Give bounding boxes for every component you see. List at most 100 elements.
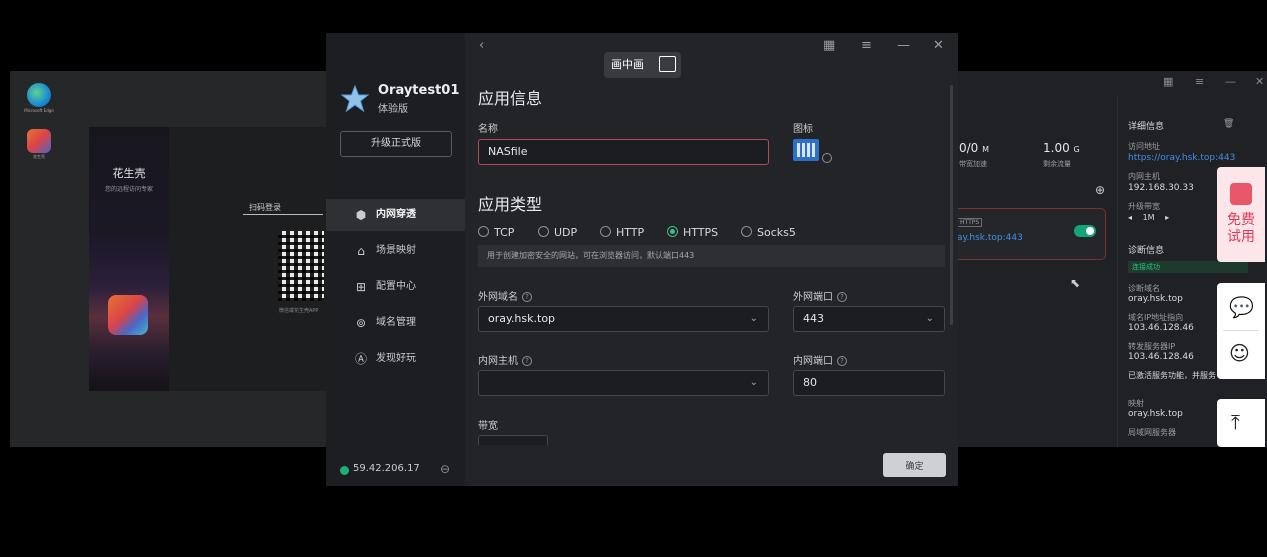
diag-status-badge: 连接成功	[1128, 261, 1248, 273]
radio-https[interactable]: HTTPS	[667, 226, 718, 239]
lan-host-label: 内网主机	[1128, 172, 1160, 181]
cube-logo-icon	[108, 295, 148, 335]
lan-port-input[interactable]: 80	[793, 370, 945, 396]
sidebar-item-label: 配置中心	[376, 281, 416, 292]
sidebar-item-scene[interactable]: ⌂ 场景映射	[326, 235, 465, 267]
forward-label: 转发服务器IP	[1128, 342, 1176, 351]
title-bar: ‹ ▦ ≡ — ✕	[465, 33, 958, 61]
delete-icon[interactable]: 🗑	[1223, 119, 1234, 129]
pip-icon	[659, 56, 676, 72]
login-window: 花生壳 您的远程访问专家 扫码登录 微信或花生壳APP	[89, 127, 329, 391]
desktop-icon-huashengke[interactable]: 花生壳	[20, 129, 58, 159]
stat-bandwidth-value: 0/0 M	[959, 141, 990, 155]
grid-icon[interactable]: ▦	[1163, 75, 1173, 88]
diag-domain-label: 诊断域名	[1128, 284, 1160, 293]
chevron-down-icon: ⌄	[925, 313, 934, 324]
contact-widget: 💬 ☺	[1217, 283, 1265, 379]
menu-icon[interactable]: ≡	[861, 38, 872, 53]
scrollbar[interactable]	[950, 85, 953, 325]
sidebar-item-config[interactable]: ⊞ 配置中心	[326, 271, 465, 303]
ext-port-select[interactable]: 443 ⌄	[793, 306, 945, 332]
access-url[interactable]: https://oray.hsk.top:443	[1128, 153, 1235, 163]
customer-service-icon[interactable]: ☺	[1229, 341, 1250, 365]
domain-icon: ⊚	[355, 316, 367, 330]
confirm-button[interactable]: 确定	[883, 453, 946, 477]
radio-socks5[interactable]: Socks5	[741, 226, 796, 239]
qr-code	[278, 231, 324, 301]
free-trial-widget[interactable]: 免费 试用	[1217, 167, 1265, 262]
divider	[1223, 330, 1259, 331]
ip-status-icon	[340, 466, 349, 475]
bandwidth-label: 带宽	[478, 421, 498, 432]
activated-note: 已激活服务功能，并服务	[1128, 371, 1216, 380]
lan-host-select[interactable]: ⌄	[478, 370, 769, 396]
stat-traffic-label: 剩余流量	[1043, 160, 1071, 168]
close-icon[interactable]: ✕	[933, 38, 944, 53]
tab-underline	[243, 214, 323, 215]
bandwidth-input[interactable]	[478, 435, 548, 445]
access-label: 访问地址	[1128, 142, 1160, 151]
name-input[interactable]: NASfile	[478, 139, 769, 165]
help-icon: ?	[522, 292, 532, 302]
account-name: Oraytest01	[378, 83, 460, 98]
sidebar-item-label: 域名管理	[376, 317, 416, 328]
zoom-icon[interactable]: ⊖	[440, 462, 450, 476]
brand-subtitle: 您的远程访问专家	[104, 186, 153, 193]
menu-icon[interactable]: ≡	[1195, 75, 1204, 88]
mapping-card[interactable]: HTTPS ay.hsk.top:443	[957, 208, 1106, 260]
minimize-icon[interactable]: —	[1225, 75, 1236, 88]
radio-http[interactable]: HTTP	[600, 226, 644, 239]
lan-service-label: 局域网服务器	[1128, 428, 1176, 437]
stat-bandwidth-label: 带宽加速	[959, 160, 987, 168]
desktop-icon-edge[interactable]: Microsoft Edge	[20, 83, 58, 113]
huashengke-icon	[27, 129, 51, 153]
cube-icon: ⬢	[355, 208, 367, 222]
pip-button[interactable]: 画中画	[604, 52, 681, 78]
desktop-icon-label: Microsoft Edge	[24, 108, 54, 113]
lan-host-value: 192.168.30.33	[1128, 183, 1194, 193]
panel-divider	[1117, 96, 1118, 447]
ext-domain-label: 外网域名?	[478, 288, 532, 303]
sidebar-item-domain[interactable]: ⊚ 域名管理	[326, 307, 465, 339]
cursor-icon: ⬉	[1070, 276, 1081, 290]
sidebar-item-label: 发现好玩	[376, 353, 416, 364]
back-to-top-button[interactable]: ⤒	[1217, 399, 1265, 447]
upgrade-button[interactable]: 升级正式版	[340, 131, 452, 157]
wechat-icon[interactable]: 💬	[1229, 295, 1254, 319]
star-logo-icon	[341, 85, 369, 113]
trial-text: 免费 试用	[1227, 212, 1255, 245]
bandwidth-stepper[interactable]: ◂ 1M ▸	[1128, 213, 1169, 222]
desktop-icon-label: 花生壳	[33, 154, 45, 159]
ext-port-label: 外网端口?	[793, 288, 847, 303]
close-icon[interactable]: ✕	[1255, 75, 1264, 88]
mapping-toggle[interactable]	[1074, 225, 1096, 237]
section-app-type: 应用类型	[478, 195, 543, 214]
icon-label: 图标	[793, 124, 813, 135]
map-value: oray.hsk.top	[1128, 409, 1183, 419]
radio-tcp[interactable]: TCP	[478, 226, 514, 239]
scan-login-tab[interactable]: 扫码登录	[249, 202, 281, 213]
radio-udp[interactable]: UDP	[538, 226, 577, 239]
grid-icon[interactable]: ▦	[823, 38, 835, 53]
name-label: 名称	[478, 124, 498, 135]
minimize-icon[interactable]: —	[897, 38, 910, 53]
ext-domain-select[interactable]: oray.hsk.top ⌄	[478, 306, 769, 332]
chevron-down-icon: ⌄	[749, 313, 758, 324]
qr-hint: 微信或花生壳APP	[279, 308, 319, 314]
app-icon-picker[interactable]	[793, 139, 819, 161]
sidebar-item-discover[interactable]: Ⓐ 发现好玩	[326, 343, 465, 375]
mapping-type-tag: HTTPS	[957, 218, 983, 227]
refresh-icon[interactable]	[822, 153, 832, 163]
help-icon: ?	[837, 292, 847, 302]
account-version: 体验版	[378, 104, 408, 115]
mapping-url[interactable]: ay.hsk.top:443	[957, 233, 1023, 243]
detail-title: 详细信息	[1128, 122, 1165, 132]
back-icon[interactable]: ‹	[479, 38, 484, 53]
chevron-down-icon: ⌄	[749, 377, 758, 388]
lan-port-label: 内网端口?	[793, 352, 847, 367]
arrow-up-icon: ⤒	[1231, 410, 1240, 434]
sidebar-item-nat[interactable]: ⬢ 内网穿透	[326, 199, 465, 231]
add-icon[interactable]: ⊕	[1095, 183, 1105, 197]
diag-domain-value: oray.hsk.top	[1128, 294, 1183, 304]
stat-traffic-value: 1.00 G	[1043, 141, 1080, 155]
